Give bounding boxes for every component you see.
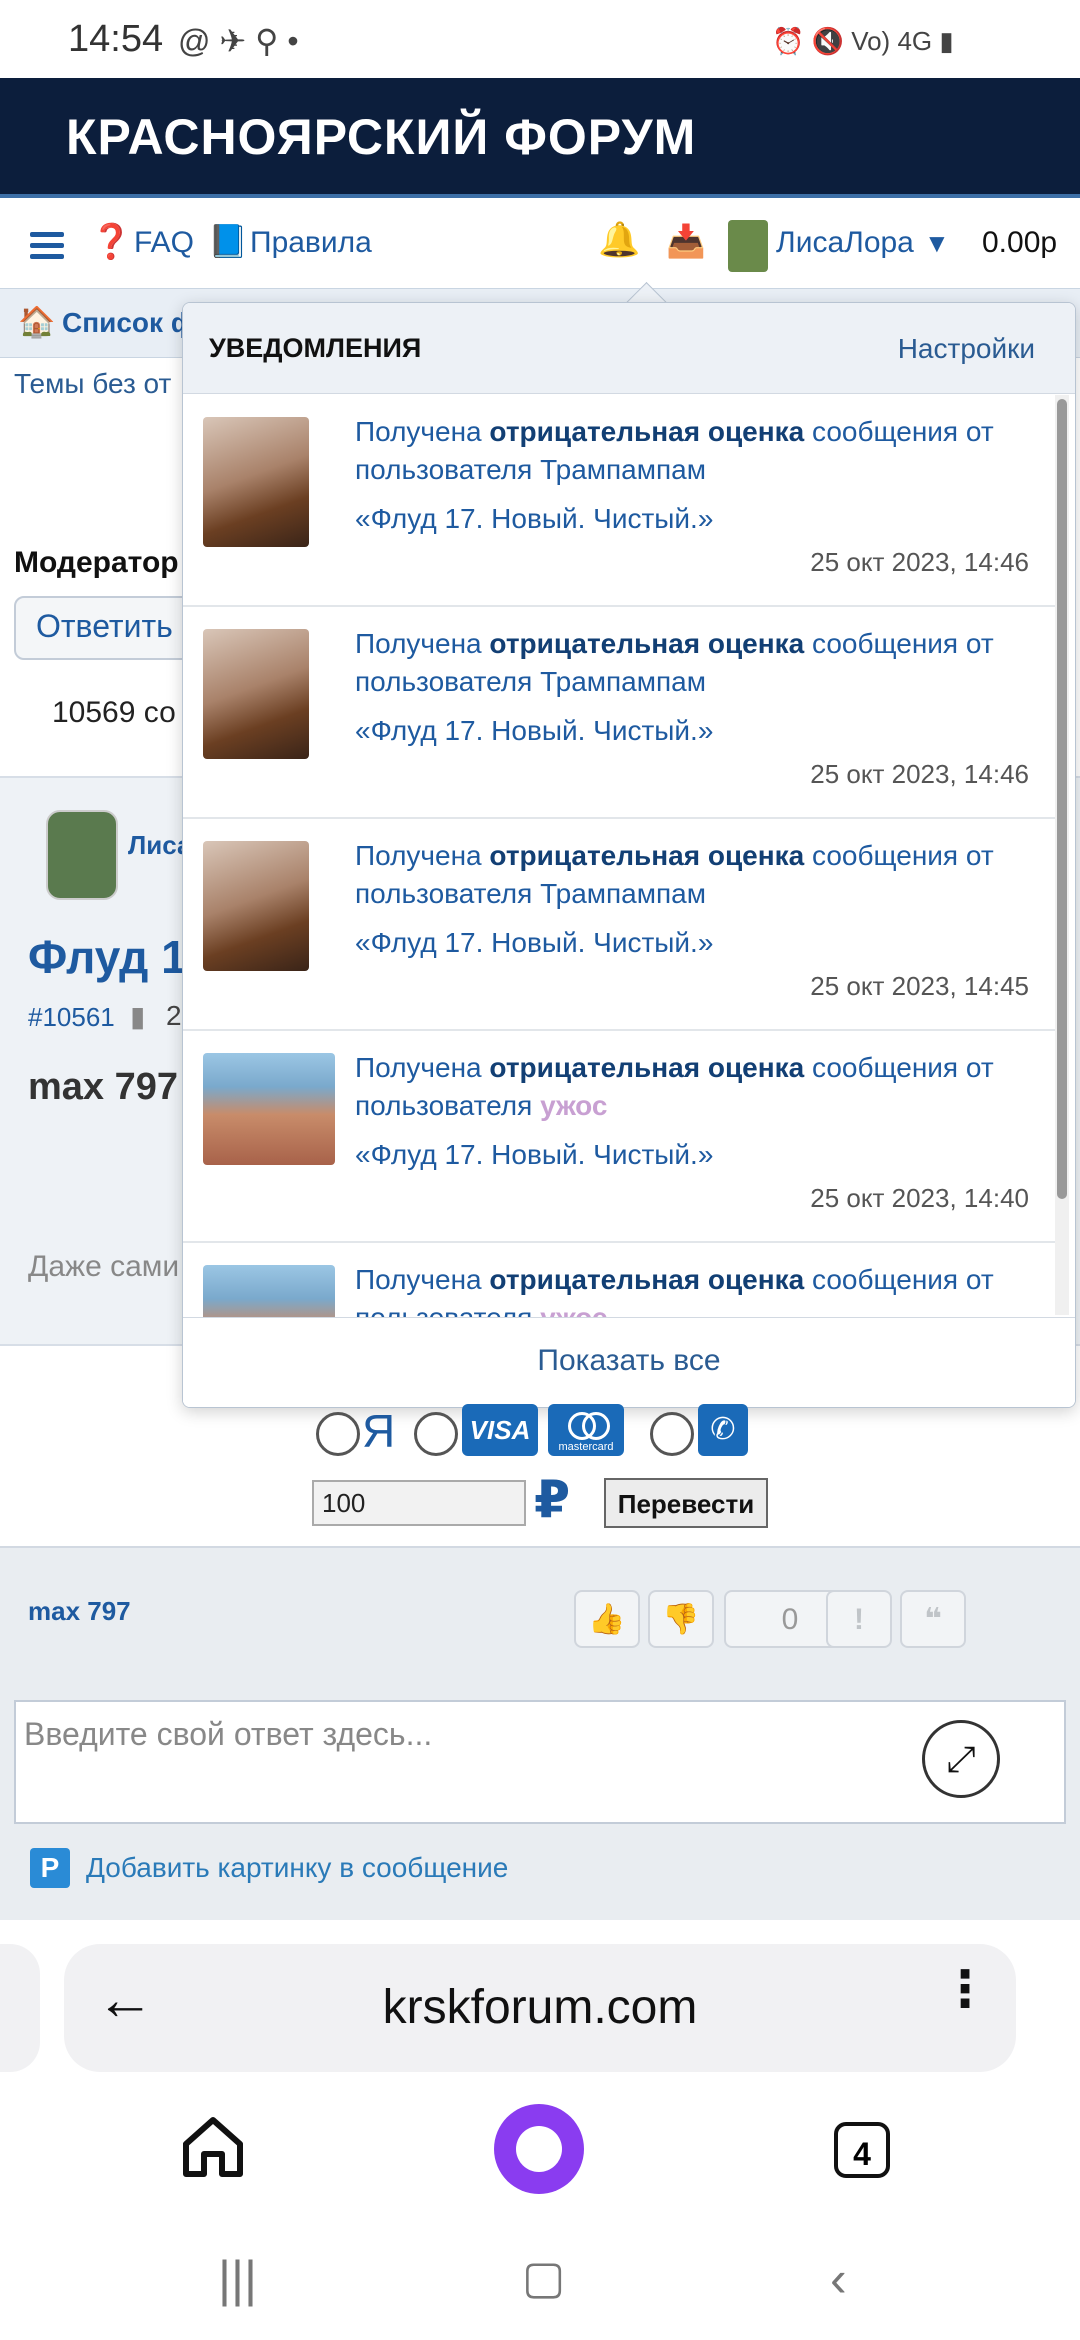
amount-input[interactable]: 100: [312, 1480, 526, 1526]
popup-footer: Показать все: [183, 1317, 1075, 1407]
popup-scrollbar-thumb[interactable]: [1057, 399, 1067, 1199]
post-signature: Даже сами: [28, 1250, 180, 1283]
notification-item[interactable]: Получена отрицательная оценка сообщения …: [183, 1031, 1055, 1243]
dislike-button[interactable]: 👎: [648, 1590, 714, 1648]
notification-date: 25 окт 2023, 14:40: [810, 1183, 1029, 1213]
nav-rules[interactable]: Правила: [250, 226, 372, 260]
popup-title: УВЕДОМЛЕНИЯ: [209, 333, 422, 363]
notification-text: Получена отрицательная оценка сообщения …: [355, 1052, 994, 1121]
recent-apps-icon[interactable]: |||: [218, 2250, 257, 2308]
messages-count: 10569 со: [52, 696, 176, 729]
image-upload-icon[interactable]: P: [30, 1848, 70, 1888]
nav-username[interactable]: ЛисаЛора: [776, 226, 914, 260]
chevron-down-icon[interactable]: ▼: [924, 228, 950, 259]
previous-tab-edge[interactable]: [0, 1944, 40, 2072]
popup-header: УВЕДОМЛЕНИЯ Настройки: [183, 303, 1075, 394]
breadcrumb-forums[interactable]: Список ф: [62, 307, 195, 339]
notification-topic: «Флуд 17. Новый. Чистый.»: [355, 715, 714, 746]
inbox-icon[interactable]: 📥: [666, 222, 706, 260]
forum-header: КРАСНОЯРСКИЙ ФОРУМ: [0, 78, 1080, 194]
nav-faq[interactable]: FAQ: [134, 226, 194, 260]
notifications-popup: УВЕДОМЛЕНИЯ Настройки Получена отрицател…: [182, 302, 1076, 1408]
notification-date: 25 окт 2023, 14:45: [810, 971, 1029, 1001]
user-avatar[interactable]: [728, 220, 768, 272]
forum-title[interactable]: КРАСНОЯРСКИЙ ФОРУМ: [66, 108, 696, 166]
visa-icon: VISA: [462, 1404, 538, 1456]
system-back-icon[interactable]: ‹: [830, 2250, 847, 2308]
post-avatar[interactable]: [46, 810, 118, 900]
notification-avatar: [203, 629, 309, 759]
phone-radio[interactable]: [650, 1412, 694, 1456]
reply-input[interactable]: Введите свой ответ здесь...: [14, 1700, 1066, 1824]
topics-without-link[interactable]: Темы без от: [14, 368, 171, 400]
back-arrow-icon[interactable]: ←: [96, 1966, 154, 2033]
notification-settings-link[interactable]: Настройки: [898, 333, 1035, 365]
post-number[interactable]: #10561: [28, 1002, 115, 1033]
ruble-icon: ₽: [534, 1471, 571, 1529]
notification-avatar: [203, 841, 309, 971]
home-button-icon[interactable]: ▢: [522, 2250, 565, 2304]
notification-item[interactable]: Получена отрицательная оценка сообщения …: [183, 607, 1055, 819]
alice-assistant-icon[interactable]: [494, 2104, 584, 2194]
yandex-radio[interactable]: [316, 1412, 360, 1456]
quote-button[interactable]: ❝: [900, 1590, 966, 1648]
book-icon[interactable]: 📘: [208, 222, 248, 260]
post-footer-author[interactable]: max 797: [28, 1596, 131, 1627]
report-button[interactable]: !: [826, 1590, 892, 1648]
notification-date: 25 окт 2023, 14:46: [810, 547, 1029, 577]
notification-avatar: [203, 417, 309, 547]
status-right-icons: ⏰ 🔇 Vo) 4G ▮: [772, 26, 954, 56]
home-icon[interactable]: 🏠: [18, 305, 55, 340]
notification-topic: «Флуд 17. Новый. Чистый.»: [355, 503, 714, 534]
alice-inner: [516, 2126, 562, 2172]
tabs-count-button[interactable]: 4: [834, 2122, 890, 2178]
mastercard-label: mastercard: [558, 1441, 614, 1453]
transfer-button[interactable]: Перевести: [604, 1478, 768, 1528]
more-menu-icon[interactable]: ⋮: [940, 1960, 990, 2018]
status-bar: 14:54 @ ✈ ⚲ • ⏰ 🔇 Vo) 4G ▮: [0, 0, 1080, 78]
post-text: max 797: [28, 1066, 179, 1108]
like-button[interactable]: 👍: [574, 1590, 640, 1648]
yandex-icon: Я: [362, 1405, 396, 1457]
nav-balance[interactable]: 0.00р: [982, 226, 1057, 260]
notification-text: Получена отрицательная оценка сообщения …: [355, 416, 994, 485]
status-left-icons: @ ✈ ⚲ •: [178, 23, 299, 59]
notification-text: Получена отрицательная оценка сообщения …: [355, 840, 994, 909]
bell-icon[interactable]: 🔔: [598, 220, 640, 260]
url-text: krskforum.com: [382, 1981, 698, 2034]
notification-avatar: [203, 1053, 335, 1165]
card-radio[interactable]: [414, 1412, 458, 1456]
phone-icon: ✆: [698, 1404, 748, 1456]
notification-item[interactable]: Получена отрицательная оценка сообщения …: [183, 819, 1055, 1031]
post-number-extra: 2: [166, 1000, 182, 1031]
home-icon[interactable]: [178, 2112, 248, 2182]
notification-topic: «Флуд 17. Новый. Чистый.»: [355, 1139, 714, 1170]
help-icon[interactable]: ❓: [90, 222, 132, 262]
address-bar[interactable]: krskforum.com: [64, 1944, 1016, 2072]
status-time: 14:54: [68, 18, 164, 60]
reply-button-label: Ответить: [36, 608, 173, 644]
notification-item[interactable]: Получена отрицательная оценка сообщения …: [183, 395, 1055, 607]
notification-text: Получена отрицательная оценка сообщения …: [355, 628, 994, 697]
menu-icon[interactable]: [30, 232, 64, 260]
show-all-link[interactable]: Показать все: [183, 1344, 1075, 1378]
mastercard-circle-right: [582, 1412, 610, 1440]
file-icon: ▮: [130, 1001, 146, 1032]
notification-date: 25 окт 2023, 14:46: [810, 759, 1029, 789]
add-picture-link[interactable]: Добавить картинку в сообщение: [86, 1852, 508, 1884]
notification-topic: «Флуд 17. Новый. Чистый.»: [355, 927, 714, 958]
moderator-label: Модератор: [14, 546, 179, 579]
nav-bar: ❓ FAQ 📘 Правила 🔔 📥 ЛисаЛора ▼ 0.00р: [0, 198, 1080, 286]
expand-icon[interactable]: ⤢: [922, 1720, 1000, 1798]
